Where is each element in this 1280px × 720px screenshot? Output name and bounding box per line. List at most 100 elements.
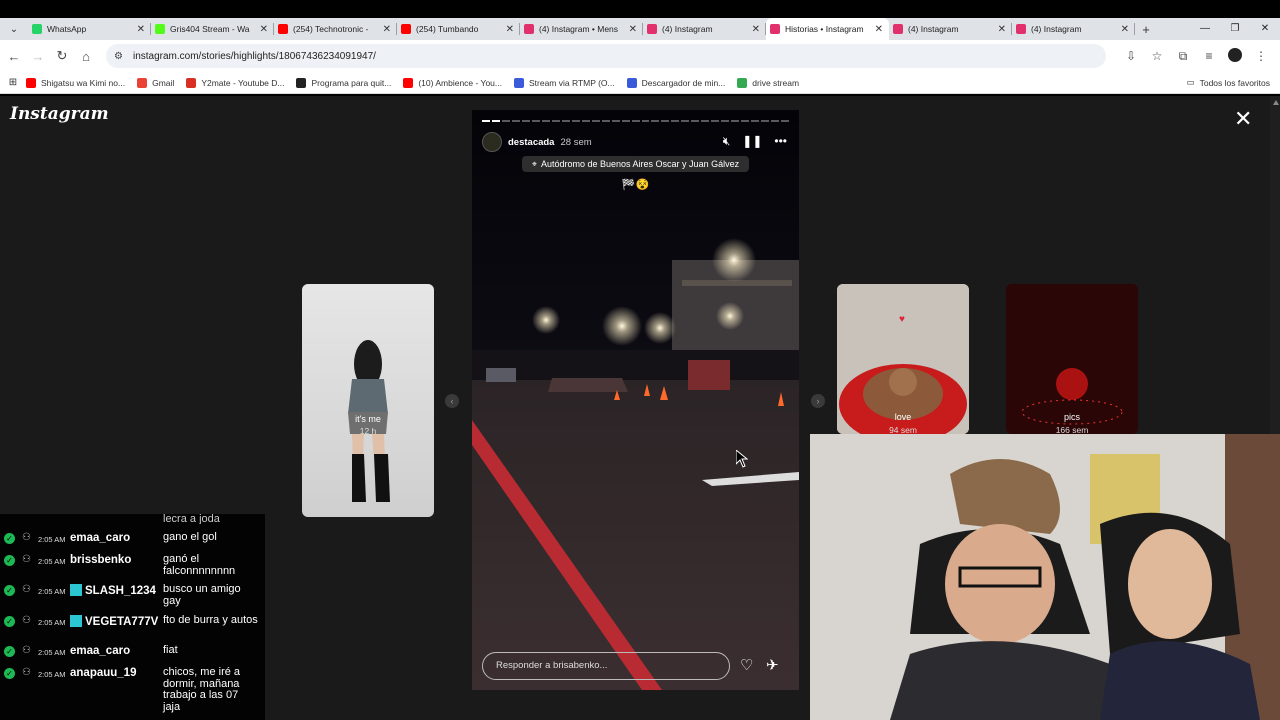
bookmark-star-icon[interactable]: ☆ (1144, 49, 1170, 63)
story-preview-left[interactable]: it's me 12 h (302, 284, 434, 517)
story-time: 28 sem (560, 136, 592, 148)
bookmark-6[interactable]: Descargador de min... (626, 77, 725, 88)
chat-time: 2:05 AM (38, 587, 66, 596)
tab-title: (254) Technotronic - (293, 24, 369, 34)
bookmark-1[interactable]: Gmail (137, 77, 175, 88)
folder-icon: ▭ (1186, 77, 1195, 87)
bookmark-favicon-icon (137, 77, 148, 88)
back-button[interactable]: ← (2, 49, 26, 64)
bookmark-7[interactable]: drive stream (737, 77, 800, 88)
site-info-icon[interactable]: ⚙ (114, 51, 123, 62)
bookmark-2[interactable]: Y2mate - Youtube D... (186, 77, 284, 88)
forward-button[interactable]: → (26, 49, 50, 64)
tab-close-icon[interactable]: ✕ (998, 24, 1006, 35)
story-preview-name: it's me (355, 414, 381, 424)
apps-grid-icon[interactable]: ⊞ (0, 77, 26, 88)
tab-6[interactable]: Historias • Instagram ✕ (766, 18, 889, 40)
screen: ⌄ WhatsApp ✕ Gris404 Stream - Wa ✕ (254) Tec… (0, 0, 1280, 720)
bookmark-label: Gmail (152, 77, 175, 88)
story-preview-pics[interactable]: pics 166 sem (1006, 284, 1138, 434)
tab-close-icon[interactable]: ✕ (629, 24, 637, 35)
tab-close-icon[interactable]: ✕ (383, 24, 391, 35)
tab-3[interactable]: (254) Tumbando ✕ (397, 18, 520, 40)
check-icon: ✓ (4, 616, 15, 627)
toolbar-right: ⇩ ☆ ⧉ ≡ ⋮ (1118, 40, 1274, 72)
active-story[interactable]: destacada 28 sem 🔇︎ ❚❚ ••• ⌖ Autódromo d… (472, 110, 799, 690)
tab-title: (4) Instagram (662, 24, 713, 34)
tab-title: Historias • Instagram (785, 24, 864, 34)
extensions-icon[interactable]: ⧉ (1170, 49, 1196, 64)
tab-close-icon[interactable]: ✕ (506, 24, 514, 35)
tab-5[interactable]: (4) Instagram ✕ (643, 18, 766, 40)
tab-favicon-icon (401, 24, 411, 34)
progress-segment (601, 120, 610, 122)
home-button[interactable]: ⌂ (74, 49, 98, 64)
instagram-logo[interactable]: Instagram (10, 104, 109, 124)
tab-close-icon[interactable]: ✕ (875, 24, 883, 35)
chat-time: 2:05 AM (38, 535, 66, 544)
reply-input[interactable]: Responder a brisabenko... (482, 652, 730, 680)
bookmark-4[interactable]: (10) Ambience - You... (403, 77, 502, 88)
profile-avatar[interactable] (1222, 47, 1248, 65)
restore-button[interactable]: ❐ (1220, 18, 1250, 40)
new-tab-button[interactable]: + (1135, 22, 1157, 37)
location-sticker[interactable]: ⌖ Autódromo de Buenos Aires Oscar y Juan… (522, 156, 749, 172)
progress-segment (751, 120, 760, 122)
tab-2[interactable]: (254) Technotronic - ✕ (274, 18, 397, 40)
tab-0[interactable]: WhatsApp ✕ (28, 18, 151, 40)
story-username[interactable]: destacada (508, 137, 554, 148)
user-icon: ⚇ (22, 554, 31, 565)
story-header: destacada 28 sem (482, 132, 592, 152)
progress-segment (631, 120, 640, 122)
address-bar[interactable]: ⚙ instagram.com/stories/highlights/18067… (106, 44, 1106, 68)
prev-story-arrow-icon[interactable]: ‹ (445, 394, 459, 408)
install-app-icon[interactable]: ⇩ (1118, 49, 1144, 63)
media-controls-icon[interactable]: ≡ (1196, 49, 1222, 63)
bookmark-3[interactable]: Programa para quit... (296, 77, 391, 88)
bookmark-label: Shigatsu wa Kimi no... (41, 77, 126, 88)
bookmark-favicon-icon (737, 77, 748, 88)
share-send-icon[interactable]: ✈︎ (766, 656, 779, 674)
next-story-arrow-icon[interactable]: › (811, 394, 825, 408)
story-preview-love[interactable]: ♥ love 94 sem (837, 284, 969, 434)
story-emoji-text: 🏁😵 (621, 179, 650, 191)
progress-segment (661, 120, 670, 122)
tab-7[interactable]: (4) Instagram ✕ (889, 18, 1012, 40)
tab-1[interactable]: Gris404 Stream - Wa ✕ (151, 18, 274, 40)
minimize-button[interactable]: — (1190, 18, 1220, 40)
like-heart-icon[interactable]: ♡ (740, 656, 753, 674)
tab-close-icon[interactable]: ✕ (260, 24, 268, 35)
bookmark-label: drive stream (752, 77, 800, 88)
chat-username: emaa_caro (70, 645, 131, 657)
subscriber-badge-icon (70, 584, 82, 596)
tab-close-icon[interactable]: ✕ (752, 24, 760, 35)
all-bookmarks[interactable]: ▭ Todos los favoritos (1187, 77, 1270, 88)
progress-segment (581, 120, 590, 122)
tab-close-icon[interactable]: ✕ (1121, 24, 1129, 35)
progress-segment (491, 120, 500, 122)
chat-text: gano el gol (163, 531, 217, 543)
reload-button[interactable]: ↻ (50, 48, 74, 64)
bookmark-5[interactable]: Stream via RTMP (O... (513, 77, 615, 88)
tab-8[interactable]: (4) Instagram ✕ (1012, 18, 1135, 40)
menu-icon[interactable]: ⋮ (1248, 49, 1274, 63)
progress-segment (671, 120, 680, 122)
mute-icon[interactable]: 🔇︎ (723, 134, 731, 149)
pause-icon[interactable]: ❚❚ (742, 134, 762, 149)
check-icon: ✓ (4, 585, 15, 596)
progress-segment (701, 120, 710, 122)
story-avatar[interactable] (482, 132, 502, 152)
progress-segment (501, 120, 510, 122)
tab-close-icon[interactable]: ✕ (137, 24, 145, 35)
check-icon: ✓ (4, 668, 15, 679)
tab-4[interactable]: (4) Instagram • Mens ✕ (520, 18, 643, 40)
tab-title: (4) Instagram (908, 24, 959, 34)
bookmark-0[interactable]: Shigatsu wa Kimi no... (26, 77, 126, 88)
progress-segment (741, 120, 750, 122)
close-viewer-icon[interactable]: ✕ (1234, 108, 1252, 130)
more-options-icon[interactable]: ••• (774, 134, 787, 149)
window-close-button[interactable]: ✕ (1250, 18, 1280, 40)
chat-text: fiat (163, 644, 178, 656)
tab-search-button[interactable]: ⌄ (0, 18, 28, 40)
chat-username: SLASH_1234 (70, 584, 156, 597)
